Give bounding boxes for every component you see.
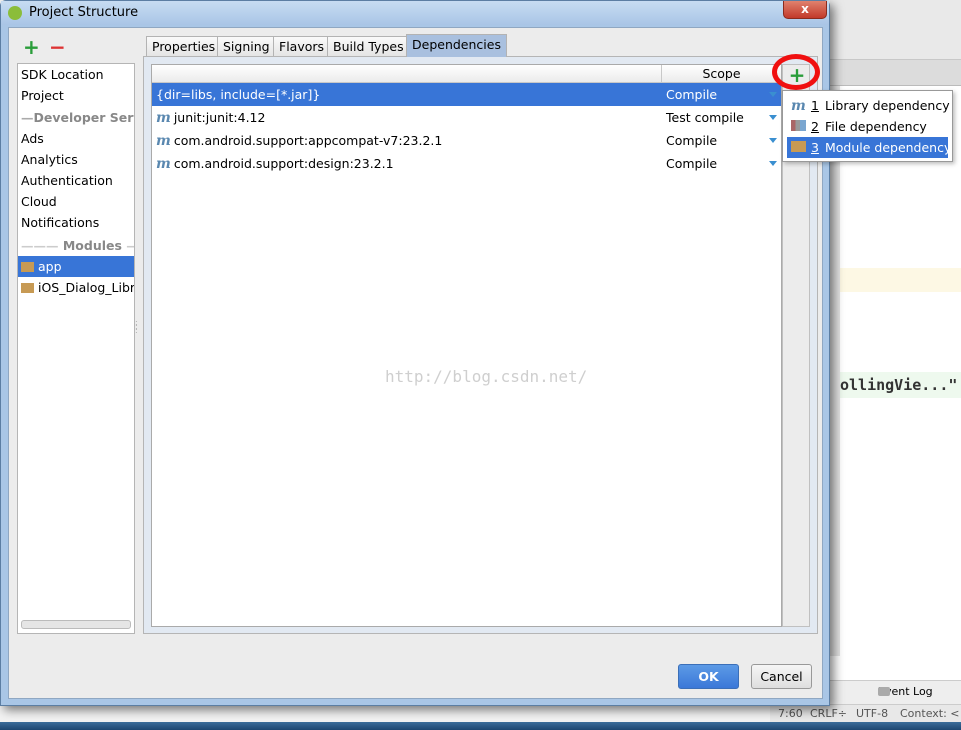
ide-code-line: ollingVie..." (840, 372, 961, 398)
tab-signing[interactable]: Signing (217, 36, 276, 57)
sidebar-item-ads[interactable]: Ads (18, 128, 134, 149)
table-row[interactable]: m junit:junit:4.12 Test compile (152, 106, 781, 129)
watermark: http://blog.csdn.net/ (385, 367, 588, 386)
cancel-button[interactable]: Cancel (751, 664, 812, 689)
scope-value[interactable]: Compile (666, 129, 717, 152)
window-title: Project Structure (29, 5, 139, 20)
table-row[interactable]: {dir=libs, include=[*.jar]} Compile (152, 83, 781, 106)
maven-m-icon: m (156, 110, 171, 126)
sidebar-item-project[interactable]: Project (18, 85, 134, 106)
table-row[interactable]: m com.android.support:appcompat-v7:23.2.1… (152, 129, 781, 152)
dependency-name: com.android.support:design:23.2.1 (173, 156, 394, 171)
module-folder-icon (791, 141, 806, 152)
add-icon[interactable]: + (23, 37, 40, 57)
file-jar-icon (791, 120, 806, 131)
caret-position[interactable]: 7:60 (778, 705, 803, 722)
menu-item-file-dependency[interactable]: 2 File dependency (787, 116, 948, 137)
sidebar-item-analytics[interactable]: Analytics (18, 149, 134, 170)
tab-properties[interactable]: Properties (146, 36, 222, 57)
dependency-name: junit:junit:4.12 (173, 110, 266, 125)
event-log-button[interactable]: Event Log (830, 680, 961, 704)
add-dependency-menu: m 1 Library dependency 2 File dependency 3M… (782, 90, 953, 162)
scope-value[interactable]: Test compile (666, 106, 744, 129)
menu-item-library-dependency[interactable]: m 1 Library dependency (787, 95, 950, 116)
dropdown-arrow-icon[interactable] (769, 138, 777, 143)
dependencies-table: Scope {dir=libs, include=[*.jar]} Compile… (151, 64, 782, 627)
encoding[interactable]: UTF-8 (856, 705, 888, 722)
close-button[interactable]: x (783, 1, 827, 19)
scope-column-header[interactable]: Scope (661, 65, 781, 83)
ide-toolbar (830, 0, 961, 60)
tab-dependencies[interactable]: Dependencies (406, 34, 507, 57)
taskbar (0, 722, 961, 730)
sidebar-section-modules: ——— Modules —— (21, 238, 134, 253)
dropdown-arrow-icon[interactable] (769, 161, 777, 166)
dependency-name: {dir=libs, include=[*.jar]} (156, 87, 321, 102)
sidebar: SDK Location Project —Developer Services… (17, 63, 135, 634)
maven-m-icon: m (156, 156, 171, 172)
sidebar-item-cloud[interactable]: Cloud (18, 191, 134, 212)
maven-m-icon: m (791, 98, 806, 114)
line-separator[interactable]: CRLF÷ (810, 705, 847, 722)
sidebar-item-notifications[interactable]: Notifications (18, 212, 134, 233)
horizontal-scrollbar[interactable] (21, 620, 131, 629)
splitter-handle[interactable]: ::: (135, 319, 141, 341)
status-bar: 7:60 CRLF÷ UTF-8 Context: < (770, 704, 961, 722)
ide-highlight-line (840, 268, 961, 292)
sidebar-item-sdk-location[interactable]: SDK Location (18, 64, 134, 85)
sidebar-section-developer-services: —Developer Services (21, 110, 134, 125)
menu-item-module-dependency[interactable]: 3 Module dependency (787, 137, 951, 158)
maven-m-icon: m (156, 133, 171, 149)
scope-value[interactable]: Compile (666, 152, 717, 175)
table-row[interactable]: m com.android.support:design:23.2.1 Compil… (152, 152, 781, 175)
scope-value[interactable]: Compile (666, 83, 717, 106)
module-folder-icon (21, 262, 34, 272)
dropdown-arrow-icon[interactable] (769, 92, 777, 97)
ide-tabbar (830, 60, 961, 86)
annotation-circle (772, 54, 820, 90)
sidebar-item-app[interactable]: app (18, 256, 134, 277)
dropdown-arrow-icon[interactable] (769, 115, 777, 120)
remove-icon[interactable]: − (49, 37, 66, 57)
chat-bubble-icon (878, 687, 890, 696)
sidebar-item-authentication[interactable]: Authentication (18, 170, 134, 191)
context: Context: < (900, 707, 960, 720)
ide-gutter (830, 86, 840, 656)
project-structure-dialog: Project Structure x + − SDK Location Pro… (0, 0, 953, 706)
tab-flavors[interactable]: Flavors (273, 36, 331, 57)
android-studio-icon (8, 6, 22, 20)
library-module-icon (21, 283, 34, 293)
dependency-name: com.android.support:appcompat-v7:23.2.1 (173, 133, 443, 148)
ok-button[interactable]: OK (678, 664, 739, 689)
tab-build-types[interactable]: Build Types (327, 36, 410, 57)
table-header: Scope (152, 65, 781, 83)
sidebar-item-ios-dialog-library[interactable]: iOS_Dialog_Library (18, 277, 134, 298)
title-bar[interactable]: Project Structure x (1, 1, 829, 25)
